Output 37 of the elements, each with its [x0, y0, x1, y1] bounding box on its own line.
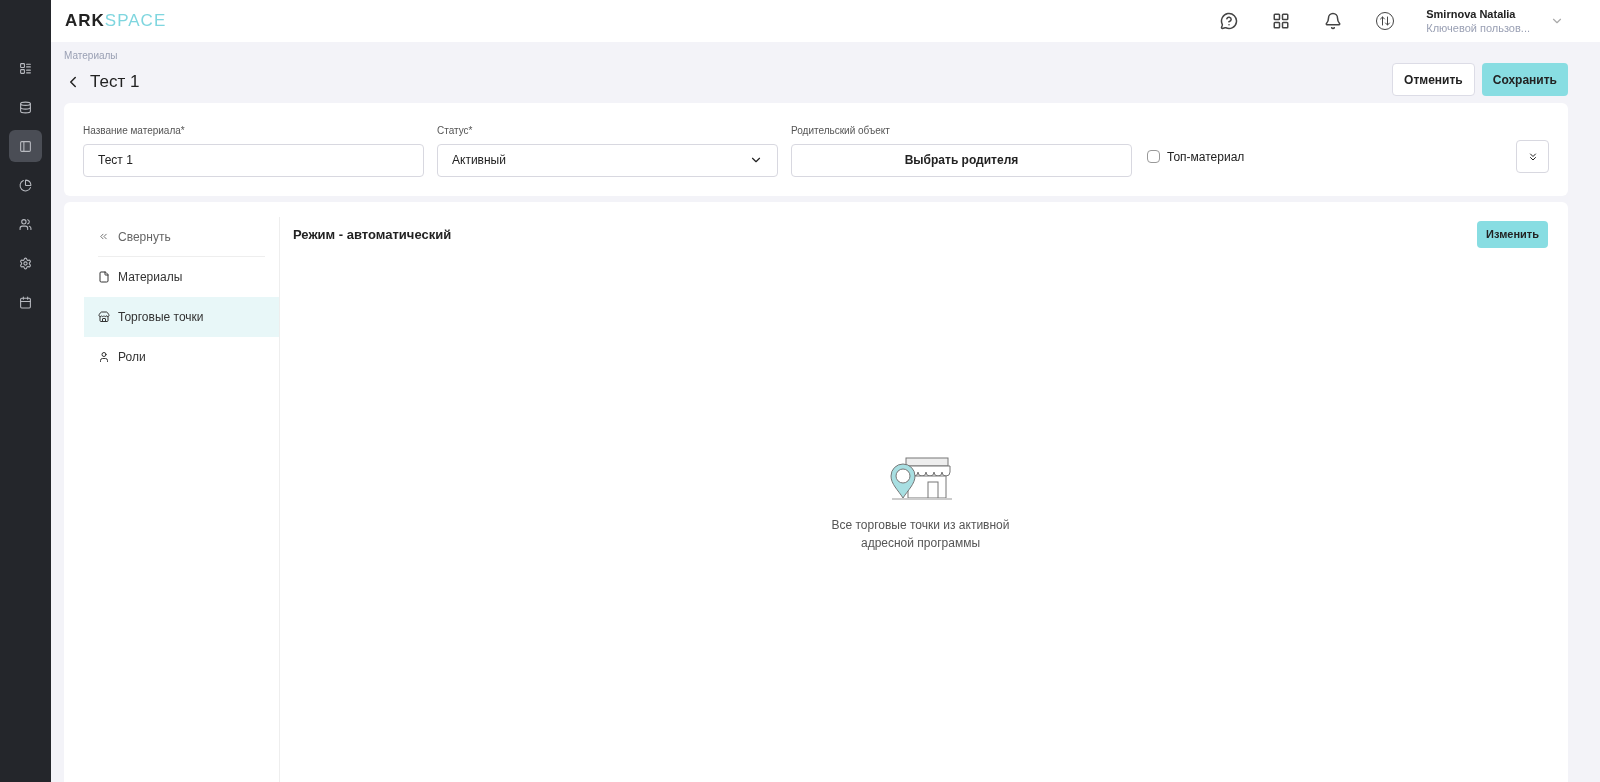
- checkbox[interactable]: [1147, 150, 1160, 163]
- store-icon: [98, 311, 110, 323]
- status-select[interactable]: Активный: [437, 143, 778, 177]
- empty-message: Все торговые точки из активной адресной программы: [830, 517, 1011, 552]
- nav-item[interactable]: Материалы: [84, 257, 279, 297]
- grid-icon[interactable]: [1272, 12, 1291, 30]
- store-location-drawing: [887, 456, 954, 502]
- calendar-icon: [19, 295, 32, 309]
- list-icon: [19, 61, 32, 75]
- user-icon: [98, 351, 110, 363]
- page-title: Тест 1: [90, 71, 140, 93]
- pie-chart-icon: [19, 178, 32, 192]
- nav-item[interactable]: Торговые точки: [84, 297, 279, 337]
- logo: ARKSPACE: [65, 10, 167, 33]
- bell-icon[interactable]: [1324, 12, 1343, 30]
- mode-title: Режим - автоматический: [293, 225, 452, 244]
- checkbox-label: Топ-материал: [1167, 148, 1245, 166]
- choose-parent-button[interactable]: Выбрать родителя: [791, 143, 1132, 177]
- collapse-button[interactable]: Свернуть: [98, 217, 265, 257]
- change-button[interactable]: Изменить: [1477, 221, 1548, 248]
- nav-item[interactable]: Роли: [84, 337, 279, 377]
- panel-button[interactable]: [9, 130, 42, 162]
- help-chat-icon[interactable]: [1220, 12, 1239, 30]
- double-chevron-icon: [98, 231, 109, 242]
- file-icon: [98, 271, 110, 283]
- user-name: Smirnova Natalia: [1426, 7, 1517, 21]
- panel-icon: [19, 139, 32, 153]
- settings-icon: [19, 256, 32, 270]
- name-input[interactable]: Тест 1: [83, 143, 424, 177]
- user-role: Ключевой пользов...: [1426, 21, 1530, 35]
- users-icon: [19, 217, 32, 231]
- field-label: Родительский объект: [791, 123, 891, 138]
- cancel-button[interactable]: Отменить: [1392, 63, 1475, 96]
- field-label: Название материала*: [83, 123, 186, 138]
- save-button[interactable]: Сохранить: [1481, 63, 1568, 96]
- database-icon: [19, 100, 32, 114]
- field-label: Статус*: [437, 123, 474, 138]
